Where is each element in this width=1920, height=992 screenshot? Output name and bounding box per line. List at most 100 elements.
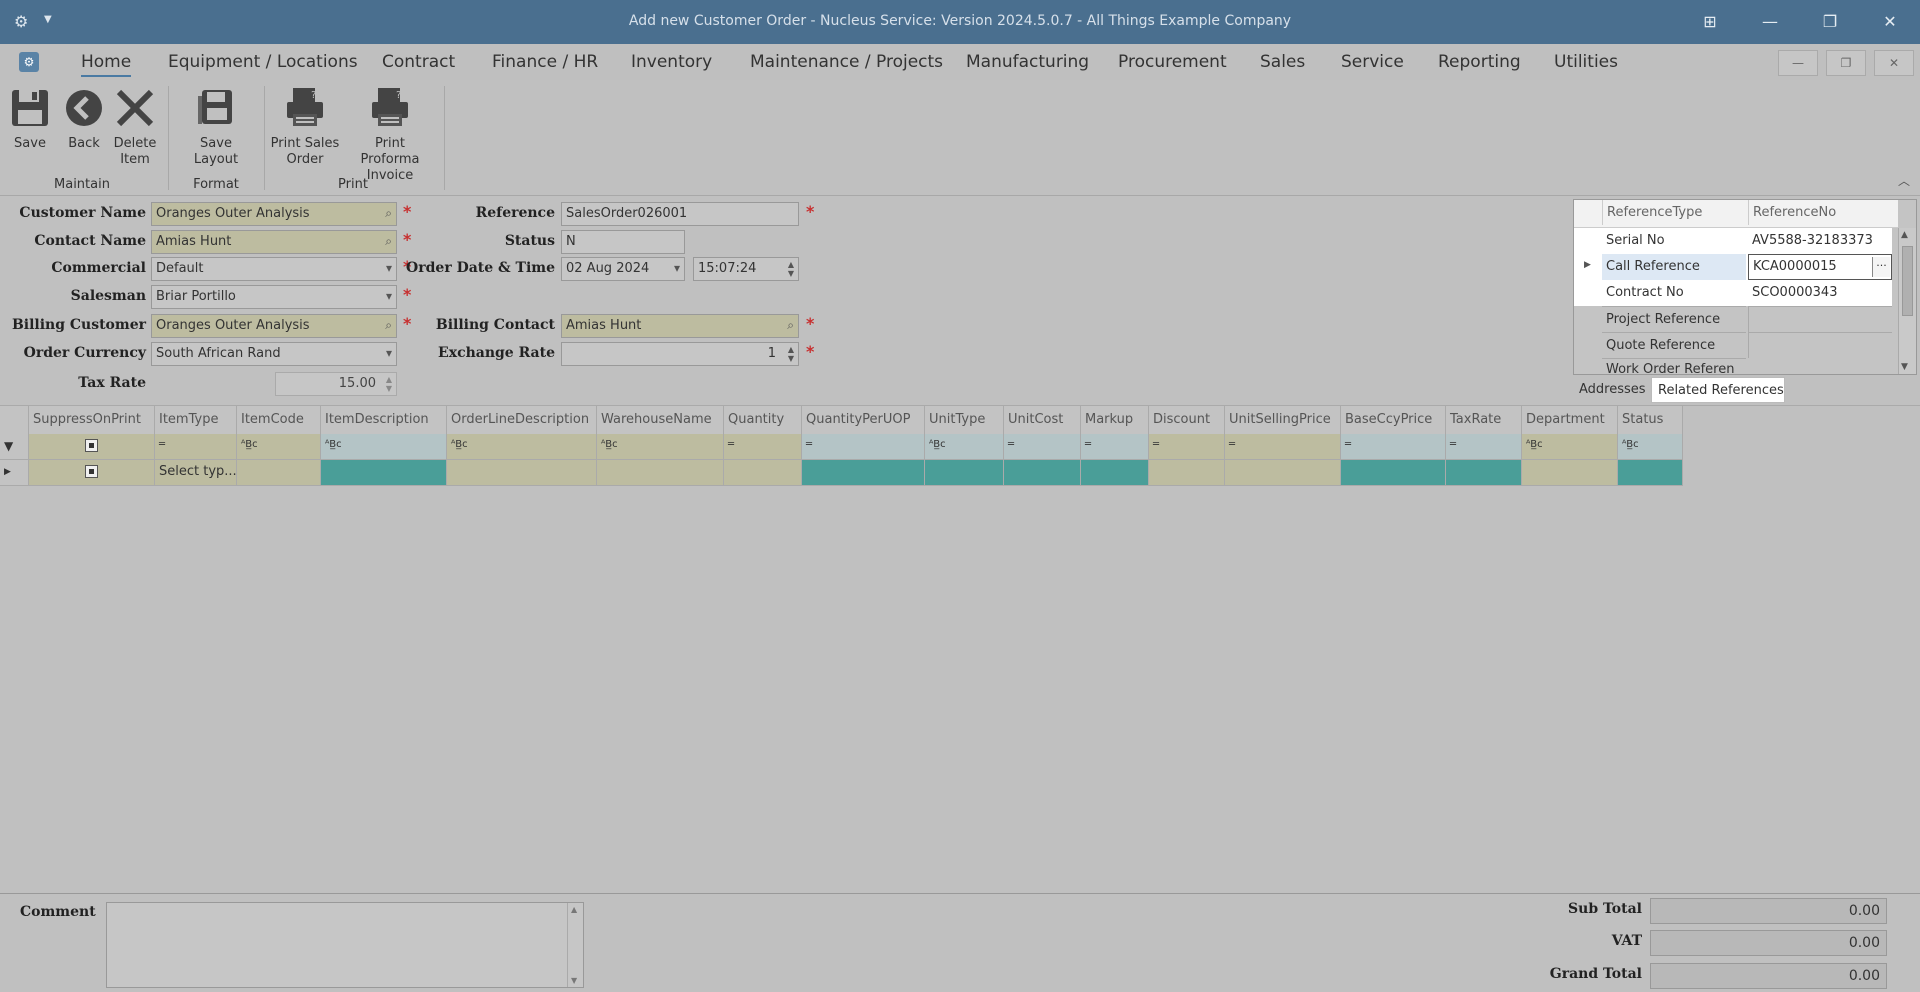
filter-cell[interactable]: ═: [724, 434, 802, 460]
column-header-department[interactable]: Department: [1522, 406, 1618, 434]
tab-procurement[interactable]: Procurement: [1118, 52, 1227, 72]
chevron-down-icon[interactable]: ▾: [386, 289, 392, 303]
column-header-itemcode[interactable]: ItemCode: [237, 406, 321, 434]
table-cell[interactable]: [1522, 460, 1618, 486]
spinner-icon[interactable]: ▲ ▼: [386, 375, 392, 393]
layout-icon[interactable]: ⊞: [1690, 8, 1730, 36]
spinner-icon[interactable]: ▲ ▼: [788, 345, 794, 363]
tab-related-references[interactable]: Related References: [1651, 377, 1785, 403]
column-header-unittype[interactable]: UnitType: [925, 406, 1004, 434]
column-header-referencetype[interactable]: ReferenceType: [1602, 200, 1746, 225]
column-header-discount[interactable]: Discount: [1149, 406, 1225, 434]
delete-item-button[interactable]: Delete Item: [112, 86, 158, 168]
search-icon[interactable]: ⌕: [385, 206, 392, 221]
table-cell[interactable]: [1004, 460, 1081, 486]
scroll-down-icon[interactable]: ▼: [571, 976, 577, 985]
reference-no-cell[interactable]: SCO0000343: [1748, 280, 1892, 305]
spinner-icon[interactable]: ▲ ▼: [788, 260, 794, 278]
filter-cell[interactable]: ═: [1225, 434, 1341, 460]
filter-cell[interactable]: ═: [802, 434, 925, 460]
exchange-rate-field[interactable]: 1 ▲ ▼: [561, 342, 799, 366]
chevron-down-icon[interactable]: ▾: [386, 261, 392, 275]
table-cell[interactable]: [802, 460, 925, 486]
tab-sales[interactable]: Sales: [1260, 52, 1305, 72]
column-header-itemtype[interactable]: ItemType: [155, 406, 237, 434]
filter-cell[interactable]: ᴬB̲c: [447, 434, 597, 460]
column-header-taxrate[interactable]: TaxRate: [1446, 406, 1522, 434]
search-icon[interactable]: ⌕: [385, 318, 392, 333]
order-currency-dropdown[interactable]: South African Rand ▾: [151, 342, 397, 366]
column-header-warehousename[interactable]: WarehouseName: [597, 406, 724, 434]
mdi-close-button[interactable]: ✕: [1874, 50, 1914, 76]
filter-cell[interactable]: ᴬB̲c: [925, 434, 1004, 460]
vertical-scrollbar[interactable]: ▲ ▼: [1898, 228, 1916, 374]
billing-customer-field[interactable]: Oranges Outer Analysis ⌕: [151, 314, 397, 338]
ellipsis-button[interactable]: ···: [1872, 257, 1890, 277]
filter-cell[interactable]: [29, 434, 155, 460]
table-cell[interactable]: [724, 460, 802, 486]
filter-cell[interactable]: ═: [1149, 434, 1225, 460]
restore-button[interactable]: ❐: [1810, 8, 1850, 36]
reference-field[interactable]: SalesOrder026001: [561, 202, 799, 226]
column-header-quantityperuop[interactable]: QuantityPerUOP: [802, 406, 925, 434]
customer-name-field[interactable]: Oranges Outer Analysis ⌕: [151, 202, 397, 226]
tab-reporting[interactable]: Reporting: [1438, 52, 1521, 72]
filter-cell[interactable]: ᴬB̲c: [1618, 434, 1683, 460]
table-cell[interactable]: [447, 460, 597, 486]
contact-name-field[interactable]: Amias Hunt ⌕: [151, 230, 397, 254]
print-proforma-invoice-button[interactable]: ? Print Proforma Invoice: [344, 86, 436, 184]
filter-checkbox[interactable]: [85, 439, 98, 452]
search-icon[interactable]: ⌕: [385, 234, 392, 249]
reference-type-cell[interactable]: Call Reference: [1602, 254, 1746, 279]
filter-cell[interactable]: ═: [1081, 434, 1149, 460]
save-layout-button[interactable]: Save Layout: [176, 86, 256, 168]
tab-manufacturing[interactable]: Manufacturing: [966, 52, 1089, 72]
tab-inventory[interactable]: Inventory: [631, 52, 712, 72]
salesman-dropdown[interactable]: Briar Portillo ▾: [151, 285, 397, 309]
column-header-unitcost[interactable]: UnitCost: [1004, 406, 1081, 434]
column-header-referenceno[interactable]: ReferenceNo: [1748, 200, 1892, 225]
column-header-unitsellingprice[interactable]: UnitSellingPrice: [1225, 406, 1341, 434]
table-cell[interactable]: [1446, 460, 1522, 486]
column-header-suppressonprint[interactable]: SuppressOnPrint: [29, 406, 155, 434]
tab-service[interactable]: Service: [1341, 52, 1404, 72]
scroll-up-icon[interactable]: ▲: [571, 905, 577, 914]
minimize-button[interactable]: —: [1750, 8, 1790, 36]
column-header-markup[interactable]: Markup: [1081, 406, 1149, 434]
tab-home[interactable]: Home: [81, 52, 132, 77]
filter-cell[interactable]: ═: [1446, 434, 1522, 460]
table-cell[interactable]: [1341, 460, 1446, 486]
column-header-orderlinedescription[interactable]: OrderLineDescription: [447, 406, 597, 434]
tax-rate-field[interactable]: 15.00 ▲ ▼: [275, 372, 397, 396]
reference-type-cell[interactable]: Project Reference: [1602, 306, 1746, 332]
tab-utilities[interactable]: Utilities: [1554, 52, 1618, 72]
tab-equipment-locations[interactable]: Equipment / Locations: [168, 52, 358, 72]
comment-textarea[interactable]: ▲ ▼: [106, 902, 584, 988]
print-sales-order-button[interactable]: ? Print Sales Order: [270, 86, 340, 168]
mdi-minimize-button[interactable]: —: [1778, 50, 1818, 76]
itemtype-cell[interactable]: Select typ...: [155, 460, 237, 486]
column-header-baseccyprice[interactable]: BaseCcyPrice: [1341, 406, 1446, 434]
column-header-status[interactable]: Status: [1618, 406, 1683, 434]
filter-cell[interactable]: ᴬB̲c: [237, 434, 321, 460]
table-cell[interactable]: [1225, 460, 1341, 486]
reference-type-cell[interactable]: Quote Reference: [1602, 332, 1746, 358]
reference-type-cell[interactable]: Serial No: [1602, 228, 1746, 253]
filter-cell[interactable]: ᴬB̲c: [321, 434, 447, 460]
tab-contract[interactable]: Contract: [382, 52, 455, 72]
column-header-itemdescription[interactable]: ItemDescription: [321, 406, 447, 434]
close-button[interactable]: ✕: [1870, 8, 1910, 36]
comment-scrollbar[interactable]: ▲ ▼: [567, 903, 583, 987]
filter-cell[interactable]: ═: [1004, 434, 1081, 460]
save-button[interactable]: Save: [8, 86, 52, 152]
chevron-down-icon[interactable]: ▾: [386, 346, 392, 360]
table-cell[interactable]: [925, 460, 1004, 486]
billing-contact-field[interactable]: Amias Hunt ⌕: [561, 314, 799, 338]
order-date-dropdown[interactable]: 02 Aug 2024 ▾: [561, 257, 685, 281]
table-cell[interactable]: [597, 460, 724, 486]
scroll-up-icon[interactable]: ▲: [1901, 230, 1908, 240]
app-logo-icon[interactable]: ⚙: [19, 52, 39, 72]
tab-addresses[interactable]: Addresses: [1573, 377, 1647, 403]
ribbon-collapse-chevron-icon[interactable]: ︿: [1898, 172, 1910, 189]
tab-maintenance-projects[interactable]: Maintenance / Projects: [750, 52, 943, 72]
